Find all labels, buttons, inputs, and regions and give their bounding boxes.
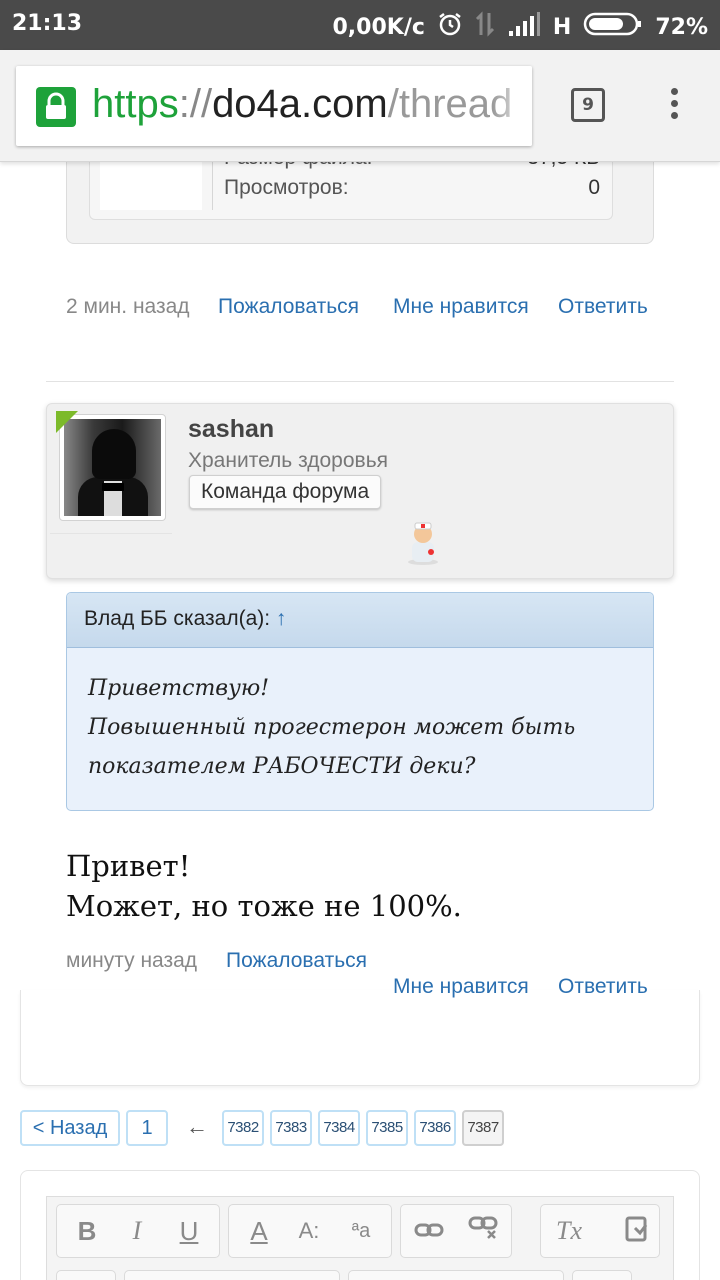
post-divider: [46, 381, 674, 382]
report-link[interactable]: Пожаловаться: [226, 949, 367, 973]
quote-line: показателем РАБОЧЕСТИ деки?: [88, 754, 476, 779]
url-host: do4a.com: [212, 82, 388, 126]
tab-switcher-button[interactable]: 9: [571, 88, 605, 122]
like-link[interactable]: Мне нравится: [393, 295, 529, 319]
font-color-icon[interactable]: A: [242, 1214, 276, 1248]
overflow-menu-icon[interactable]: [664, 88, 684, 124]
page-link[interactable]: 7383: [270, 1110, 312, 1146]
browser-toolbar: https://do4a.com/thread 9: [0, 50, 720, 162]
url-bar[interactable]: https://do4a.com/thread: [16, 66, 532, 146]
alarm-icon: [437, 11, 463, 43]
italic-icon[interactable]: I: [120, 1214, 154, 1248]
link-icon[interactable]: [412, 1214, 446, 1248]
url-text[interactable]: https://do4a.com/thread: [92, 82, 512, 127]
remove-format-icon[interactable]: Tx: [552, 1214, 586, 1248]
quote-line: Приветствую!: [88, 676, 270, 701]
toolbar-row2-group: [124, 1270, 340, 1280]
page-first[interactable]: 1: [126, 1110, 168, 1146]
status-time: 21:13: [12, 11, 83, 36]
url-fade: [492, 66, 532, 146]
page-gap-arrow: ←: [186, 1114, 208, 1139]
toolbar-row2-group: [56, 1270, 116, 1280]
font-family-icon[interactable]: ªa: [344, 1214, 378, 1248]
post-time: минуту назад: [66, 949, 198, 972]
underline-icon[interactable]: U: [172, 1214, 206, 1248]
lock-icon[interactable]: [36, 87, 76, 127]
toolbar-row2-group: [572, 1270, 632, 1280]
quote-line: Повышенный прогестерон может быть: [88, 715, 576, 740]
status-bar: 21:13 0,00K/c H 72%: [0, 0, 720, 50]
url-scheme: https: [92, 82, 179, 126]
font-size-icon[interactable]: A:: [292, 1214, 326, 1248]
data-transfer-icon: [475, 11, 495, 43]
bold-icon[interactable]: B: [70, 1214, 104, 1248]
avatar-underline: [50, 533, 172, 534]
page-link[interactable]: 7386: [414, 1110, 456, 1146]
quote-block: Влад ББ сказал(а): ↑ Приветствую! Повыше…: [66, 592, 654, 811]
message-line: Может, но тоже не 100%.: [66, 889, 462, 923]
page-current: 7387: [462, 1110, 504, 1146]
battery-icon: [583, 11, 643, 43]
post-time: 2 мин. назад: [66, 295, 190, 318]
views-value: 0: [588, 176, 600, 199]
quote-jump-arrow[interactable]: ↑: [276, 607, 287, 630]
message-text: Привет! Может, но тоже не 100%.: [66, 846, 462, 926]
battery-percent: 72%: [655, 14, 708, 40]
quote-header: Влад ББ сказал(а): ↑: [67, 593, 653, 648]
url-separator: ://: [178, 82, 213, 126]
quote-body: Приветствую! Повышенный прогестерон може…: [88, 669, 575, 786]
network-type: H: [552, 14, 572, 40]
page-link[interactable]: 7384: [318, 1110, 360, 1146]
user-badge: Команда форума: [189, 475, 382, 509]
unlink-icon[interactable]: [466, 1214, 500, 1248]
signal-icon: [507, 12, 541, 42]
page-link[interactable]: 7382: [222, 1110, 264, 1146]
avatar-image: [64, 419, 161, 516]
network-speed: 0,00K/c: [332, 14, 425, 40]
quote-author: Влад ББ сказал(а): ↑: [84, 607, 286, 631]
doctor-icon: [404, 520, 442, 566]
reply-link[interactable]: Ответить: [558, 295, 648, 319]
username[interactable]: sashan: [188, 415, 274, 444]
message-line: Привет!: [66, 849, 191, 883]
quote-author-text: Влад ББ сказал(а):: [84, 607, 271, 630]
online-indicator: [56, 411, 78, 433]
status-right: 0,00K/c H 72%: [332, 11, 708, 43]
back-button[interactable]: < Назад: [20, 1110, 120, 1146]
post-card-edge: [20, 990, 700, 1086]
toolbar-row2-group: [348, 1270, 564, 1280]
paste-icon[interactable]: [620, 1214, 654, 1248]
report-link[interactable]: Пожаловаться: [218, 295, 359, 319]
user-title: Хранитель здоровья: [188, 449, 389, 472]
page-link[interactable]: 7385: [366, 1110, 408, 1146]
views-label: Просмотров:: [224, 176, 349, 199]
